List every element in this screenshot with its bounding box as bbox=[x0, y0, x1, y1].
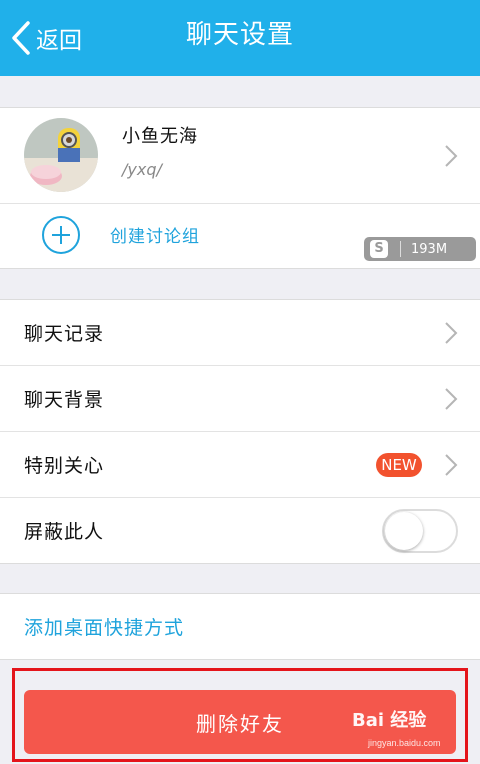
divider bbox=[400, 241, 401, 257]
profile-section: 小鱼无海 /yxq/ 创建讨论组 S 193M bbox=[0, 107, 480, 269]
block-contact-row: 屏蔽此人 bbox=[0, 498, 480, 563]
shortcut-section: 添加桌面快捷方式 bbox=[0, 593, 480, 660]
chat-background-label: 聊天背景 bbox=[24, 389, 105, 411]
chevron-right-icon bbox=[445, 387, 458, 410]
settings-section: 聊天记录 聊天背景 特别关心 NEW 屏蔽此人 bbox=[0, 299, 480, 564]
watermark-url: jingyan.baidu.com bbox=[368, 738, 441, 748]
watermark-logo: Bai 经验 bbox=[352, 710, 427, 731]
page-title: 聊天设置 bbox=[185, 20, 294, 50]
chevron-right-icon bbox=[445, 144, 458, 167]
chevron-right-icon bbox=[445, 321, 458, 344]
shield-icon: S bbox=[370, 240, 388, 258]
avatar[interactable] bbox=[24, 118, 98, 192]
chat-history-label: 聊天记录 bbox=[24, 323, 105, 345]
chevron-right-icon bbox=[445, 453, 458, 476]
chat-history-row[interactable]: 聊天记录 bbox=[0, 300, 480, 366]
memory-badge[interactable]: S 193M bbox=[364, 237, 476, 261]
special-care-label: 特别关心 bbox=[24, 455, 105, 477]
plus-circle-icon bbox=[42, 216, 80, 254]
contact-name: 小鱼无海 bbox=[122, 126, 198, 147]
title-bar: 返回 聊天设置 bbox=[0, 0, 480, 76]
memory-value: 193M bbox=[411, 241, 448, 257]
special-care-row[interactable]: 特别关心 NEW bbox=[0, 432, 480, 498]
chat-background-row[interactable]: 聊天背景 bbox=[0, 366, 480, 432]
add-shortcut-row[interactable]: 添加桌面快捷方式 bbox=[0, 594, 480, 659]
create-group-label: 创建讨论组 bbox=[110, 227, 200, 247]
contact-id: /yxq/ bbox=[122, 160, 162, 179]
toggle-knob bbox=[385, 511, 423, 550]
block-contact-label: 屏蔽此人 bbox=[24, 521, 105, 543]
new-badge: NEW bbox=[376, 452, 422, 477]
block-contact-toggle[interactable] bbox=[382, 508, 458, 553]
add-shortcut-label: 添加桌面快捷方式 bbox=[24, 617, 185, 639]
create-group-row[interactable]: 创建讨论组 S 193M bbox=[0, 204, 480, 268]
profile-row[interactable]: 小鱼无海 /yxq/ bbox=[0, 108, 480, 204]
